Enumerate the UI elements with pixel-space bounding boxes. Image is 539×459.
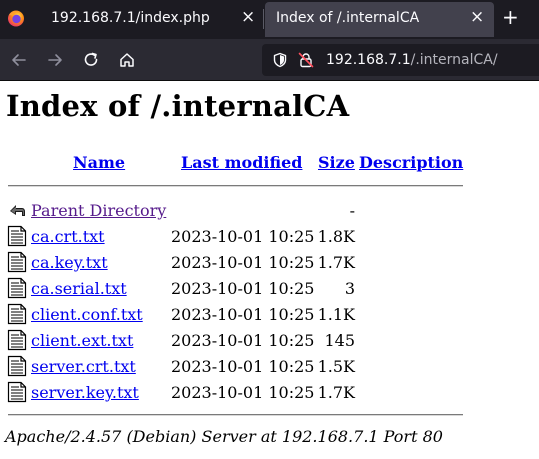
back-arrow-icon[interactable] xyxy=(9,50,29,70)
column-size-link[interactable]: Size xyxy=(318,153,355,172)
column-name-link[interactable]: Name xyxy=(73,153,125,172)
tab-internalca[interactable]: Index of /.internalCA × xyxy=(265,2,494,37)
firefox-logo-icon xyxy=(8,10,24,27)
text-file-icon xyxy=(7,329,27,351)
tab-strip: 192.168.7.1/index.php × Index of /.inter… xyxy=(0,0,539,39)
page-content: Index of /.internalCA Name Last modified… xyxy=(0,81,539,459)
text-file-icon xyxy=(7,251,27,273)
file-link[interactable]: client.conf.txt xyxy=(31,305,143,324)
back-folder-icon xyxy=(10,205,25,216)
home-icon[interactable] xyxy=(117,50,137,70)
new-tab-button[interactable]: + xyxy=(502,7,519,27)
file-size: 1.1K xyxy=(317,305,355,324)
table-row: server.crt.txt 2023-10-01 10:25 1.5K xyxy=(0,355,539,381)
file-date: 2023-10-01 10:25 xyxy=(171,331,315,350)
file-date: 2023-10-01 10:25 xyxy=(171,279,315,298)
forward-arrow-icon[interactable] xyxy=(45,50,65,70)
tab-title: 192.168.7.1/index.php xyxy=(51,10,210,26)
tab-index-php[interactable]: 192.168.7.1/index.php × xyxy=(0,0,263,37)
parent-directory-link[interactable]: Parent Directory xyxy=(31,201,166,220)
table-row: client.conf.txt 2023-10-01 10:25 1.1K xyxy=(0,303,539,329)
file-date: 2023-10-01 10:25 xyxy=(171,305,315,324)
file-date: 2023-10-01 10:25 xyxy=(171,383,315,402)
tab-title: Index of /.internalCA xyxy=(276,10,420,26)
table-row: server.key.txt 2023-10-01 10:25 1.7K xyxy=(0,381,539,407)
file-link[interactable]: ca.serial.txt xyxy=(31,279,127,298)
page-title: Index of /.internalCA xyxy=(6,89,350,123)
file-size: 1.5K xyxy=(317,357,355,376)
file-link[interactable]: server.key.txt xyxy=(31,383,139,402)
file-size: 1.7K xyxy=(317,253,355,272)
file-link[interactable]: server.crt.txt xyxy=(31,357,136,376)
file-link[interactable]: client.ext.txt xyxy=(31,331,133,350)
text-file-icon xyxy=(7,303,27,325)
file-size: - xyxy=(349,201,355,220)
table-row: ca.serial.txt 2023-10-01 10:25 3 xyxy=(0,277,539,303)
server-signature: Apache/2.4.57 (Debian) Server at 192.168… xyxy=(5,427,443,446)
tab-divider xyxy=(263,9,264,29)
column-description-link[interactable]: Description xyxy=(359,153,463,172)
header-divider xyxy=(8,185,463,187)
table-row: ca.key.txt 2023-10-01 10:25 1.7K xyxy=(0,251,539,277)
file-size: 1.7K xyxy=(317,383,355,402)
navigation-toolbar: 192.168.7.1/.internalCA/ xyxy=(0,39,539,81)
insecure-lock-icon[interactable] xyxy=(298,52,314,68)
file-date: 2023-10-01 10:25 xyxy=(171,357,315,376)
reload-icon[interactable] xyxy=(81,50,101,70)
text-file-icon xyxy=(7,355,27,377)
close-tab-icon[interactable]: × xyxy=(470,9,484,26)
column-last-modified-link[interactable]: Last modified xyxy=(181,153,302,172)
file-link[interactable]: ca.crt.txt xyxy=(31,227,105,246)
text-file-icon xyxy=(7,277,27,299)
url-text[interactable]: 192.168.7.1/.internalCA/ xyxy=(326,52,498,68)
file-date: 2023-10-01 10:25 xyxy=(171,227,315,246)
shield-icon[interactable] xyxy=(272,52,288,68)
file-size: 3 xyxy=(344,279,355,298)
file-size: 145 xyxy=(324,331,355,350)
file-link[interactable]: ca.key.txt xyxy=(31,253,108,272)
text-file-icon xyxy=(7,225,27,247)
footer-divider xyxy=(8,414,463,416)
url-host: 192.168.7.1 xyxy=(326,52,411,68)
close-tab-icon[interactable]: × xyxy=(241,9,255,26)
table-row: ca.crt.txt 2023-10-01 10:25 1.8K xyxy=(0,225,539,251)
file-size: 1.8K xyxy=(317,227,355,246)
url-path: /.internalCA/ xyxy=(410,52,498,68)
address-bar[interactable]: 192.168.7.1/.internalCA/ xyxy=(262,44,539,76)
file-date: 2023-10-01 10:25 xyxy=(171,253,315,272)
table-row: client.ext.txt 2023-10-01 10:25 145 xyxy=(0,329,539,355)
text-file-icon xyxy=(7,381,27,403)
table-row: Parent Directory - xyxy=(0,199,539,225)
